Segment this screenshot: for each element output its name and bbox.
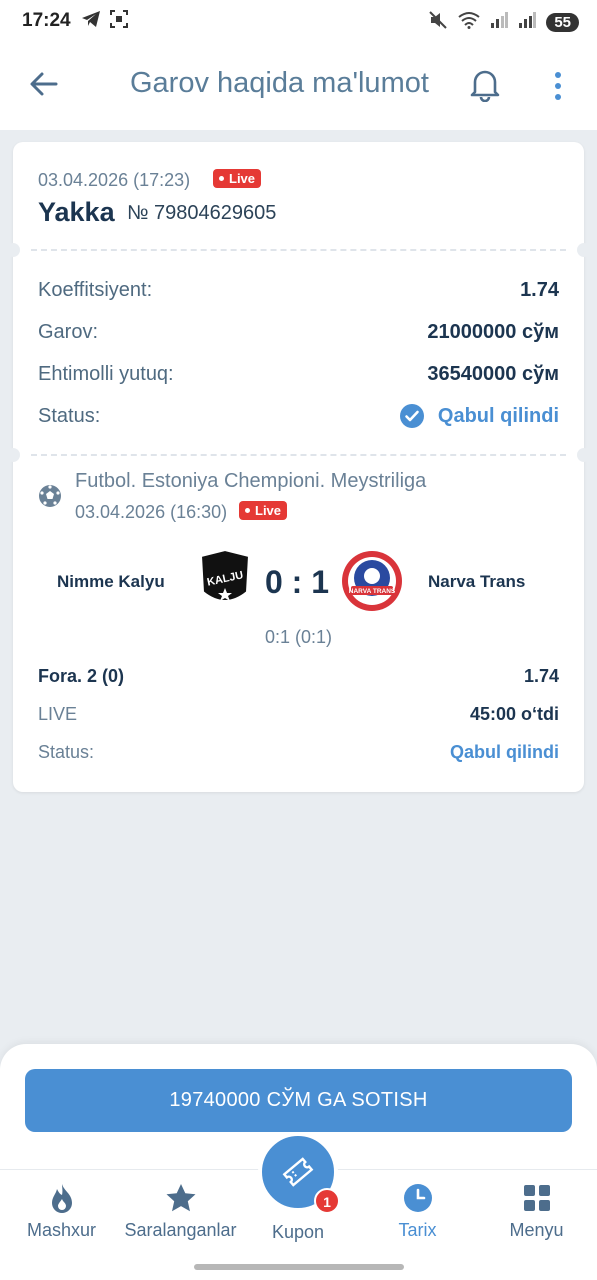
coefficient-row: Koeffitsiyent: 1.74 <box>38 276 559 304</box>
home-team-name: Nimme Kalyu <box>57 572 165 591</box>
event-datetime: 03.04.2026 (16:30) <box>75 502 228 522</box>
battery-indicator: 55 <box>546 13 579 32</box>
league-name: Futbol. Estoniya Chempioni. Meystriliga <box>75 470 427 492</box>
mute-icon <box>428 10 448 35</box>
half-score: 0:1 (0:1) <box>264 627 333 647</box>
ticket-notch <box>577 448 591 462</box>
row-label: Ehtimolli yutuq: <box>38 362 174 385</box>
signal-icon-2 <box>518 12 537 33</box>
match-state-row: LIVE 45:00 o‘tdi <box>38 704 559 725</box>
nav-item-tarix[interactable]: Tarix <box>358 1182 477 1241</box>
match-time: 45:00 o‘tdi <box>469 704 559 724</box>
football-icon <box>39 485 61 507</box>
ticket-notch <box>577 243 591 257</box>
away-team-logo-text: NARVA TRANS <box>349 588 396 595</box>
nav-item-saralanganlar[interactable]: Saralanganlar <box>121 1182 240 1241</box>
star-icon <box>166 1184 195 1212</box>
signal-icon <box>490 12 509 33</box>
more-vert-icon[interactable] <box>548 70 568 102</box>
row-label: Garov: <box>38 320 99 343</box>
away-team-logo: NARVA TRANS <box>342 551 402 611</box>
home-indicator[interactable] <box>194 1264 404 1270</box>
status-time: 17:24 <box>22 10 71 31</box>
check-circle-icon <box>399 404 424 428</box>
event-status-label: Status: <box>38 742 95 762</box>
clock-icon <box>403 1184 432 1212</box>
bet-datetime: 03.04.2026 (17:23) <box>38 170 191 190</box>
flame-icon <box>51 1184 72 1213</box>
status-row: Status: Qabul qilindi <box>38 402 559 430</box>
event-status-value: Qabul qilindi <box>450 742 559 762</box>
nav-label-kupon[interactable]: Kupon <box>238 1222 358 1243</box>
event-status-row: Status: Qabul qilindi <box>38 742 559 763</box>
bet-type: Yakka <box>38 197 115 227</box>
status-icons: 55 <box>428 10 579 35</box>
status-value: Qabul qilindi <box>399 404 559 428</box>
divider <box>31 454 566 456</box>
potential-win-row: Ehtimolli yutuq: 36540000 сўм <box>38 360 559 388</box>
bet-number: № 79804629605 <box>127 202 277 224</box>
nav-label: Mashxur <box>26 1220 97 1240</box>
wifi-icon <box>458 11 480 34</box>
stake-row: Garov: 21000000 сўм <box>38 318 559 346</box>
home-team-logo: KALJU <box>199 548 251 602</box>
divider <box>31 249 566 251</box>
bottom-sheet: 19740000 СЎМ GA SOTISH Mashxur Saralanga… <box>0 1044 597 1280</box>
screenshot-icon <box>109 9 129 34</box>
row-value: 21000000 сўм <box>427 320 559 343</box>
away-team-name: Narva Trans <box>428 572 526 591</box>
live-badge: Live <box>239 501 288 520</box>
row-label: Koeffitsiyent: <box>38 278 153 301</box>
nav-item-menyu[interactable]: Menyu <box>477 1182 596 1241</box>
market-name: Fora. 2 (0) <box>38 666 125 686</box>
market-coefficient: 1.74 <box>523 666 559 686</box>
bell-icon[interactable] <box>468 66 502 102</box>
status-value-text: Qabul qilindi <box>437 404 559 427</box>
nav-label: Menyu <box>509 1220 564 1240</box>
match-score: 0 : 1 <box>264 564 330 600</box>
kupon-count-badge: 1 <box>314 1188 340 1214</box>
ticket-icon <box>282 1157 314 1187</box>
nav-label: Saralanganlar <box>124 1220 237 1240</box>
back-arrow-icon[interactable] <box>28 68 60 100</box>
ticket-notch <box>6 243 20 257</box>
live-badge: Live <box>213 169 262 188</box>
telegram-icon <box>81 10 101 33</box>
row-label: Status: <box>38 404 101 427</box>
row-value: 1.74 <box>520 278 559 301</box>
ticket-notch <box>6 448 20 462</box>
match-state-label: LIVE <box>38 704 78 724</box>
grid-icon <box>523 1185 550 1211</box>
live-badge-label: Live <box>255 503 282 518</box>
row-value: 36540000 сўм <box>427 362 559 385</box>
bet-details-card: 03.04.2026 (17:23) Live Yakka № 79804629… <box>6 142 591 792</box>
nav-item-mashxur[interactable]: Mashxur <box>2 1182 121 1241</box>
nav-label: Tarix <box>398 1220 437 1240</box>
market-row: Fora. 2 (0) 1.74 <box>38 666 559 687</box>
app-bar: Garov haqida ma'lumot <box>0 42 597 130</box>
live-badge-label: Live <box>229 171 256 186</box>
status-bar: 17:24 55 <box>0 0 597 42</box>
page-title: Garov haqida ma'lumot <box>130 67 429 99</box>
sell-bet-button[interactable]: 19740000 СЎМ GA SOTISH <box>25 1069 572 1132</box>
